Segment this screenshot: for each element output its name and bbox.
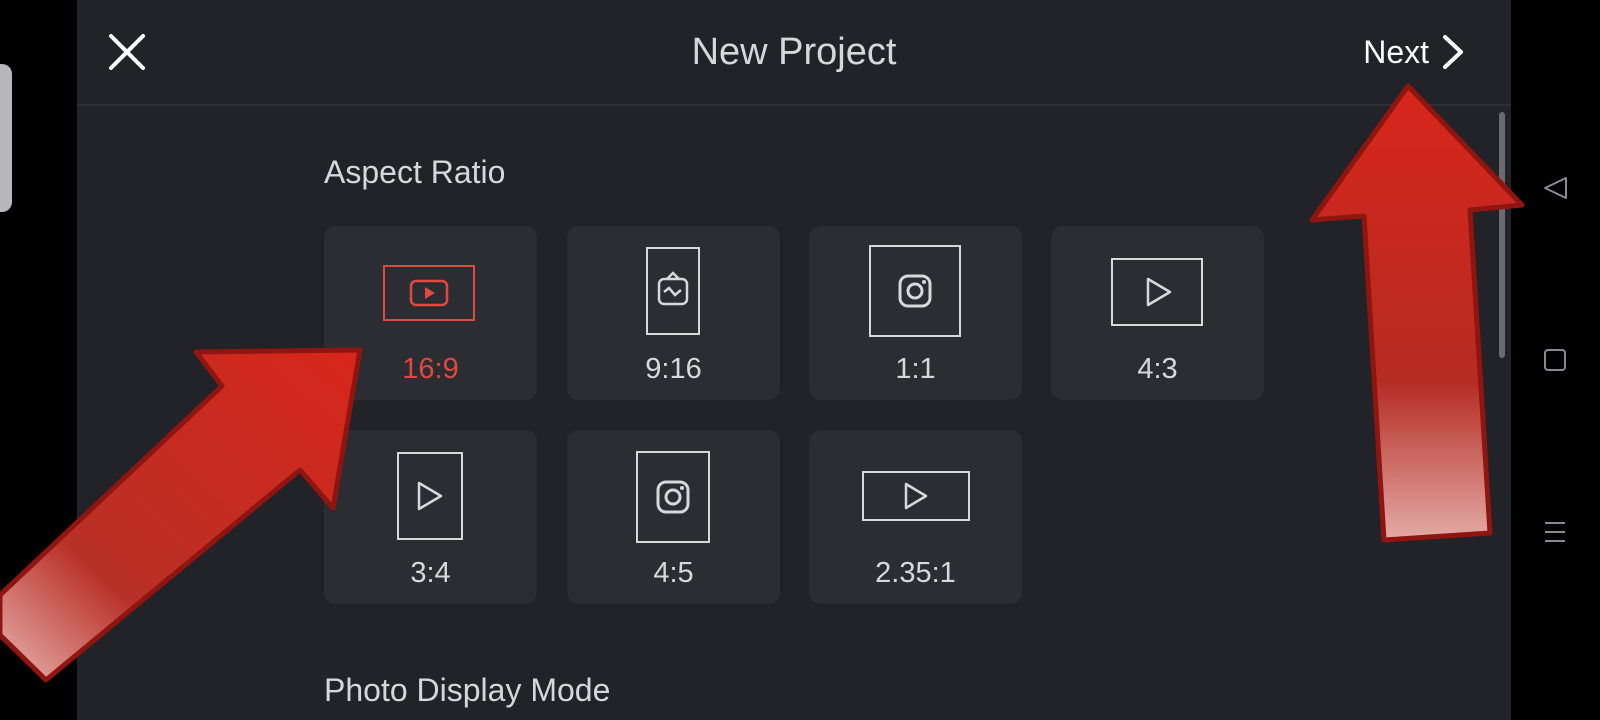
back-button[interactable] bbox=[1531, 164, 1579, 212]
aspect-option-16-9[interactable]: 16:9 bbox=[324, 226, 537, 400]
chevron-right-icon bbox=[1443, 35, 1463, 69]
aspect-option-label: 2.35:1 bbox=[875, 557, 956, 589]
aspect-option-2-35-1[interactable]: 2.35:1 bbox=[809, 430, 1022, 604]
aspect-option-label: 4:3 bbox=[1137, 353, 1178, 385]
aspect-option-4-3[interactable]: 4:3 bbox=[1051, 226, 1264, 400]
menu-icon bbox=[1545, 522, 1565, 542]
aspect-option-label: 4:5 bbox=[653, 557, 694, 589]
aspect-option-3-4[interactable]: 3:4 bbox=[324, 430, 537, 604]
back-icon bbox=[1544, 177, 1567, 199]
device-edge bbox=[0, 64, 12, 212]
new-project-screen: New Project Next Aspect Ratio 16:9 9:16 … bbox=[77, 0, 1511, 720]
aspect-option-1-1[interactable]: 1:1 bbox=[809, 226, 1022, 400]
home-icon bbox=[1544, 349, 1566, 371]
top-bar: New Project Next bbox=[77, 0, 1511, 106]
next-button-label: Next bbox=[1363, 34, 1429, 70]
page-title: New Project bbox=[691, 31, 897, 73]
menu-button[interactable] bbox=[1531, 508, 1579, 556]
home-button[interactable] bbox=[1531, 336, 1579, 384]
aspect-option-label: 9:16 bbox=[645, 353, 702, 385]
scrollbar[interactable] bbox=[1499, 112, 1505, 358]
phone-screen: New Project Next Aspect Ratio 16:9 9:16 … bbox=[0, 0, 1600, 720]
aspect-option-label: 3:4 bbox=[410, 557, 451, 589]
next-button[interactable]: Next bbox=[1363, 30, 1465, 74]
aspect-ratio-title: Aspect Ratio bbox=[324, 154, 506, 190]
aspect-option-4-5[interactable]: 4:5 bbox=[567, 430, 780, 604]
aspect-option-9-16[interactable]: 9:16 bbox=[567, 226, 780, 400]
aspect-option-label: 16:9 bbox=[402, 353, 459, 385]
system-nav-bar bbox=[1511, 0, 1600, 720]
aspect-option-label: 1:1 bbox=[895, 353, 936, 385]
photo-display-mode-title: Photo Display Mode bbox=[324, 672, 611, 708]
